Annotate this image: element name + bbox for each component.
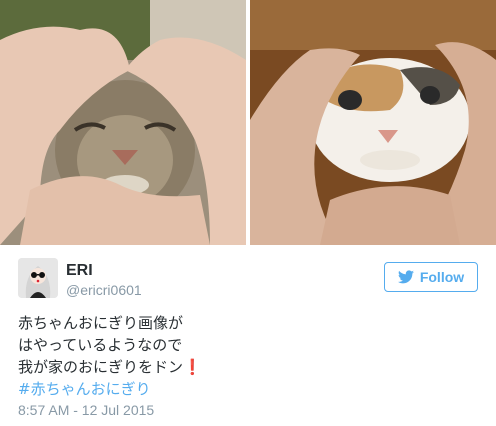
follow-button[interactable]: Follow <box>384 262 478 292</box>
avatar-image <box>18 258 58 298</box>
author-handle[interactable]: @ericri0601 <box>66 282 142 298</box>
tweet-text: 赤ちゃんおにぎり画像が はやっているようなので 我が家のおにぎりをドン❗ #赤ち… <box>18 312 202 400</box>
calico-cat-photo-image <box>250 0 496 245</box>
photo-calico-cat[interactable] <box>250 0 496 245</box>
twitter-bird-icon <box>397 270 414 284</box>
follow-label: Follow <box>419 269 465 285</box>
tweet-card: ERI @ericri0601 Follow 赤ちゃんおにぎり画像が はやってい… <box>0 0 496 426</box>
hashtag-link[interactable]: #赤ちゃんおにぎり <box>18 378 202 400</box>
tweet-photos <box>0 0 496 245</box>
author-avatar[interactable] <box>18 258 58 298</box>
tweet-line-1: 赤ちゃんおにぎり画像が <box>18 314 184 332</box>
author-name[interactable]: ERI <box>66 262 93 280</box>
tabby-cat-photo-image <box>0 0 246 245</box>
tweet-timestamp[interactable]: 8:57 AM - 12 Jul 2015 <box>18 402 154 418</box>
photo-tabby-cat[interactable] <box>0 0 246 245</box>
tweet-line-3: 我が家のおにぎりをドン❗ <box>18 356 202 378</box>
tweet-line-3-text: 我が家のおにぎりをドン <box>18 358 184 376</box>
tweet-line-2: はやっているようなので <box>18 336 183 354</box>
exclamation-emoji: ❗ <box>183 358 202 376</box>
